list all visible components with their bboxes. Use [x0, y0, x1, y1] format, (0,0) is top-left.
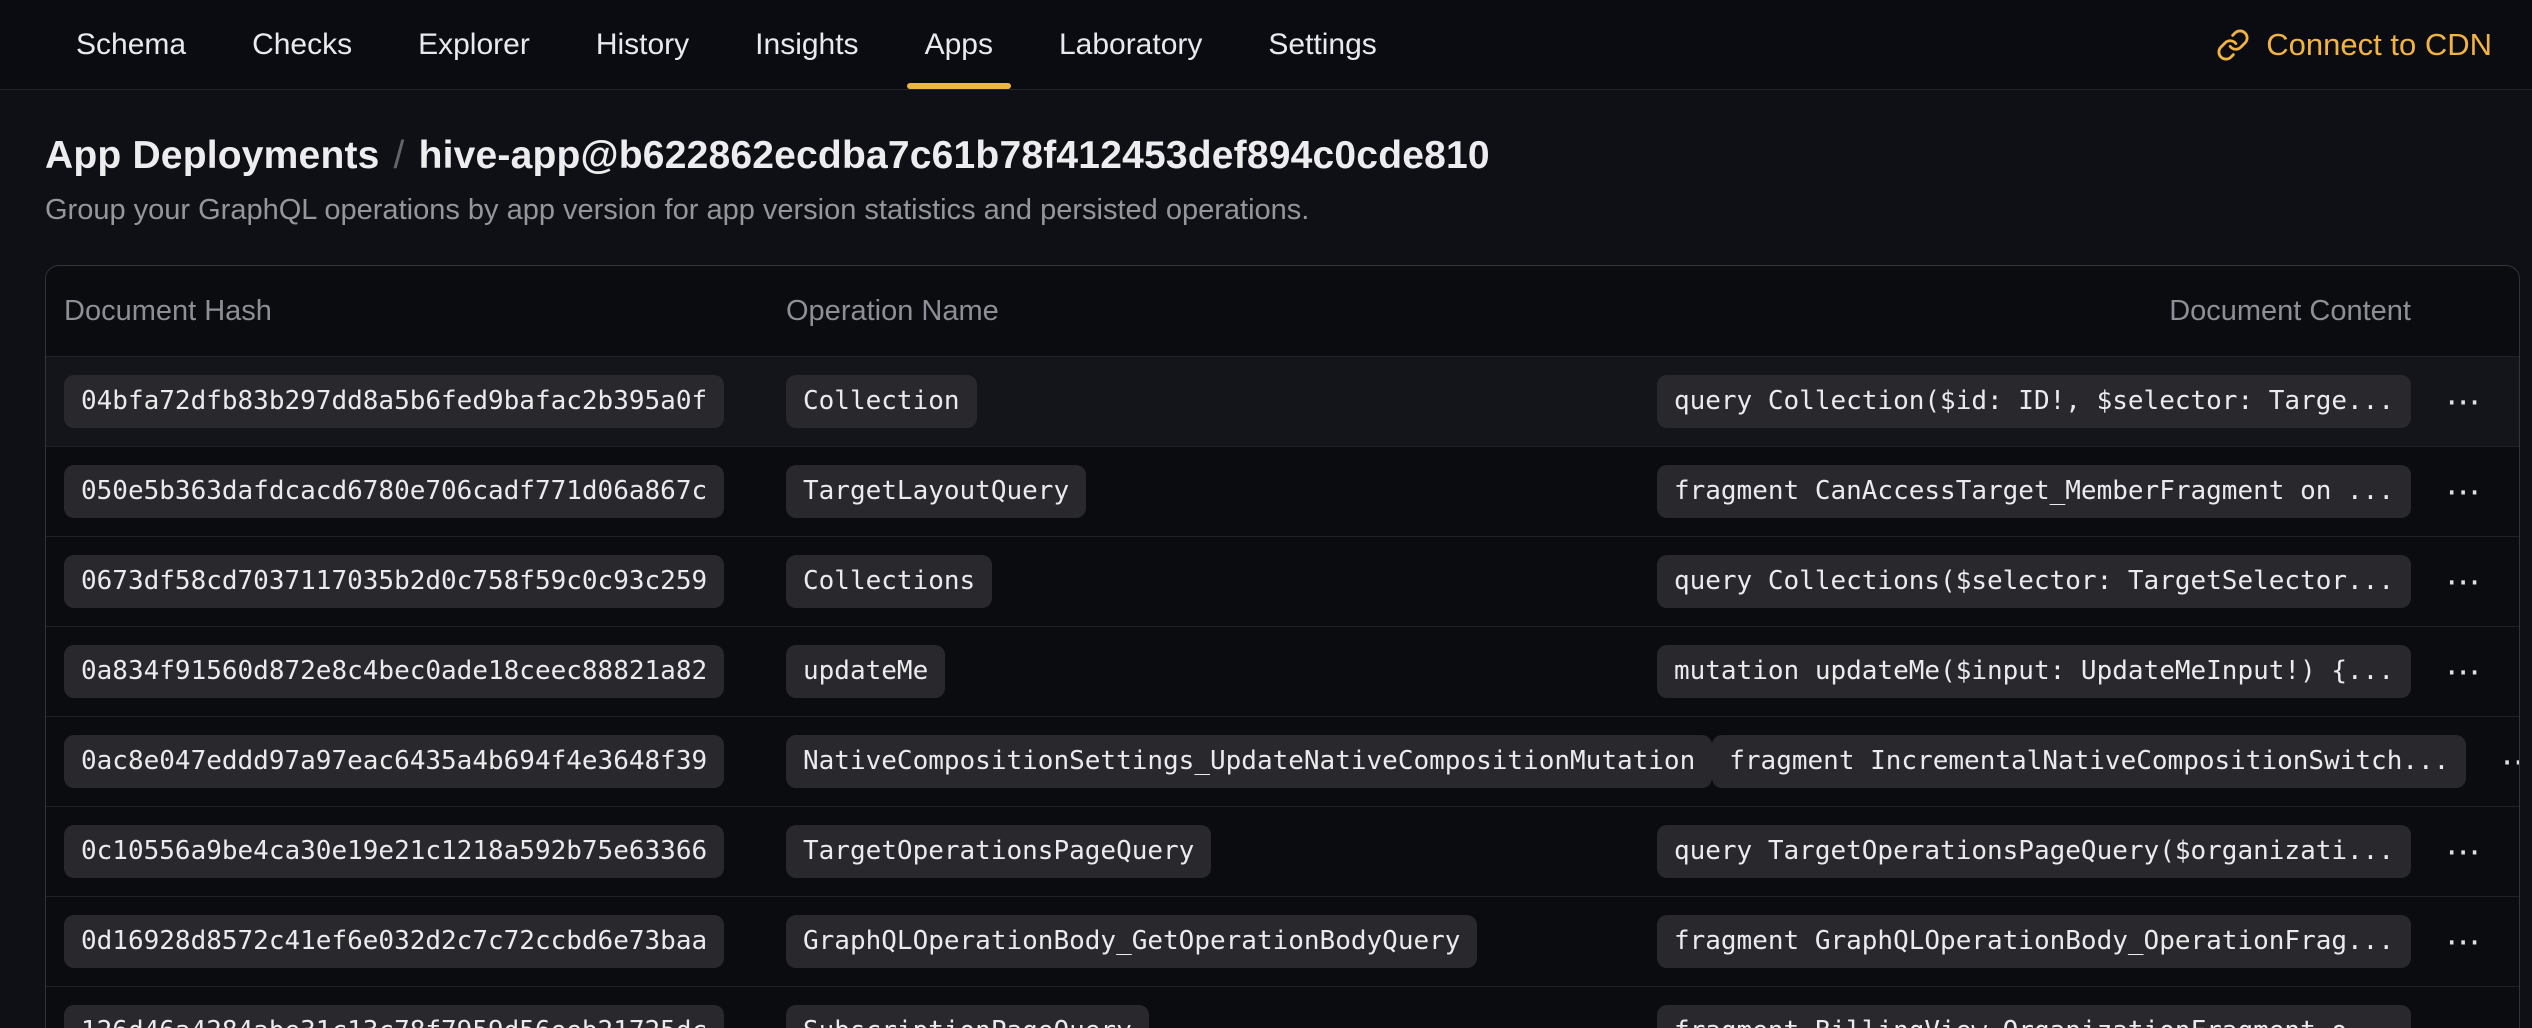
column-header-document-content: Document Content — [2169, 295, 2411, 328]
document-content-cell: fragment BillingView_OrganizationFragmen… — [1657, 1002, 2495, 1028]
table-body: 04bfa72dfb83b297dd8a5b6fed9bafac2b395a0f… — [46, 356, 2519, 1028]
page-subtitle: Group your GraphQL operations by app ver… — [45, 194, 2487, 227]
document-hash-badge: 0c10556a9be4ca30e19e21c1218a592b75e63366 — [64, 825, 724, 878]
table-row[interactable]: 050e5b363dafdcacd6780e706cadf771d06a867c… — [46, 446, 2519, 536]
connect-to-cdn-label: Connect to CDN — [2266, 27, 2492, 63]
row-menu-button[interactable]: ⋯ — [2435, 372, 2495, 432]
operation-name-badge: Collection — [786, 375, 977, 428]
nav-tab-apps[interactable]: Apps — [925, 0, 993, 89]
document-content-cell: fragment CanAccessTarget_MemberFragment … — [1657, 462, 2495, 522]
breadcrumb-separator: / — [394, 134, 405, 177]
operation-name-badge: GraphQLOperationBody_GetOperationBodyQue… — [786, 915, 1477, 968]
operation-name-badge: TargetOperationsPageQuery — [786, 825, 1211, 878]
document-hash-cell: 0673df58cd7037117035b2d0c758f59c0c93c259 — [64, 555, 786, 608]
nav-tab-checks[interactable]: Checks — [252, 0, 352, 89]
nav-tab-insights[interactable]: Insights — [755, 0, 858, 89]
row-menu-button[interactable]: ⋯ — [2435, 822, 2495, 882]
document-hash-cell: 0a834f91560d872e8c4bec0ade18ceec88821a82 — [64, 645, 786, 698]
document-content-badge: mutation updateMe($input: UpdateMeInput!… — [1657, 645, 2411, 698]
table-header-row: Document Hash Operation Name Document Co… — [46, 266, 2519, 356]
operation-name-cell: Collection — [786, 375, 1657, 428]
document-hash-cell: 0d16928d8572c41ef6e032d2c7c72ccbd6e73baa — [64, 915, 786, 968]
column-header-operation-name: Operation Name — [786, 295, 2169, 328]
document-hash-cell: 04bfa72dfb83b297dd8a5b6fed9bafac2b395a0f — [64, 375, 786, 428]
nav-tab-settings[interactable]: Settings — [1268, 0, 1376, 89]
operation-name-badge: TargetLayoutQuery — [786, 465, 1086, 518]
document-hash-cell: 0c10556a9be4ca30e19e21c1218a592b75e63366 — [64, 825, 786, 878]
top-navigation: Schema Checks Explorer History Insights … — [0, 0, 2532, 90]
table-row[interactable]: 0a834f91560d872e8c4bec0ade18ceec88821a82… — [46, 626, 2519, 716]
breadcrumb-current-app: hive-app@b622862ecdba7c61b78f412453def89… — [419, 134, 1490, 177]
document-content-badge: fragment CanAccessTarget_MemberFragment … — [1657, 465, 2411, 518]
app-deployments-table: Document Hash Operation Name Document Co… — [45, 265, 2520, 1028]
document-hash-badge: 0673df58cd7037117035b2d0c758f59c0c93c259 — [64, 555, 724, 608]
operation-name-badge: SubscriptionPageQuery — [786, 1005, 1149, 1028]
document-content-cell: query Collections($selector: TargetSelec… — [1657, 552, 2495, 612]
row-menu-button[interactable]: ⋯ — [2435, 912, 2495, 972]
nav-tab-explorer[interactable]: Explorer — [418, 0, 530, 89]
nav-tabs: Schema Checks Explorer History Insights … — [76, 0, 1443, 89]
nav-tab-history[interactable]: History — [596, 0, 689, 89]
document-hash-badge: 0ac8e047eddd97a97eac6435a4b694f4e3648f39 — [64, 735, 724, 788]
document-content-cell: mutation updateMe($input: UpdateMeInput!… — [1657, 642, 2495, 702]
operation-name-cell: TargetOperationsPageQuery — [786, 825, 1657, 878]
document-content-badge: fragment IncrementalNativeCompositionSwi… — [1712, 735, 2466, 788]
table-row[interactable]: 0ac8e047eddd97a97eac6435a4b694f4e3648f39… — [46, 716, 2519, 806]
operation-name-cell: TargetLayoutQuery — [786, 465, 1657, 518]
nav-tab-laboratory[interactable]: Laboratory — [1059, 0, 1202, 89]
document-content-badge: query Collections($selector: TargetSelec… — [1657, 555, 2411, 608]
operation-name-cell: GraphQLOperationBody_GetOperationBodyQue… — [786, 915, 1657, 968]
document-hash-badge: 0d16928d8572c41ef6e032d2c7c72ccbd6e73baa — [64, 915, 724, 968]
nav-tab-schema[interactable]: Schema — [76, 0, 186, 89]
column-header-document-hash: Document Hash — [64, 295, 786, 328]
document-content-badge: query TargetOperationsPageQuery($organiz… — [1657, 825, 2411, 878]
document-content-badge: fragment BillingView_OrganizationFragmen… — [1657, 1005, 2411, 1028]
table-row[interactable]: 0673df58cd7037117035b2d0c758f59c0c93c259… — [46, 536, 2519, 626]
document-hash-cell: 0ac8e047eddd97a97eac6435a4b694f4e3648f39 — [64, 735, 786, 788]
row-menu-button[interactable]: ⋯ — [2435, 642, 2495, 702]
nav-spacer — [1443, 0, 2216, 89]
operation-name-cell: updateMe — [786, 645, 1657, 698]
document-hash-badge: 126d46a4284abe31c13c78f7959d56eeb21725dc — [64, 1005, 724, 1028]
document-hash-cell: 126d46a4284abe31c13c78f7959d56eeb21725dc — [64, 1005, 786, 1028]
document-content-cell: fragment IncrementalNativeCompositionSwi… — [1712, 732, 2520, 792]
table-row[interactable]: 126d46a4284abe31c13c78f7959d56eeb21725dc… — [46, 986, 2519, 1028]
page-header: App Deployments / hive-app@b622862ecdba7c6… — [0, 90, 2532, 227]
row-menu-button[interactable]: ⋯ — [2435, 462, 2495, 522]
document-hash-badge: 050e5b363dafdcacd6780e706cadf771d06a867c — [64, 465, 724, 518]
row-menu-button[interactable]: ⋯ — [2435, 1002, 2495, 1028]
connect-to-cdn-button[interactable]: Connect to CDN — [2216, 0, 2492, 89]
document-content-badge: query Collection($id: ID!, $selector: Ta… — [1657, 375, 2411, 428]
document-content-cell: fragment GraphQLOperationBody_OperationF… — [1657, 912, 2495, 972]
link-icon — [2216, 28, 2250, 62]
document-content-cell: query Collection($id: ID!, $selector: Ta… — [1657, 372, 2495, 432]
operation-name-badge: NativeCompositionSettings_UpdateNativeCo… — [786, 735, 1712, 788]
document-hash-badge: 0a834f91560d872e8c4bec0ade18ceec88821a82 — [64, 645, 724, 698]
table-row[interactable]: 0d16928d8572c41ef6e032d2c7c72ccbd6e73baa… — [46, 896, 2519, 986]
document-content-cell: query TargetOperationsPageQuery($organiz… — [1657, 822, 2495, 882]
operation-name-badge: updateMe — [786, 645, 945, 698]
table-row[interactable]: 0c10556a9be4ca30e19e21c1218a592b75e63366… — [46, 806, 2519, 896]
breadcrumb-root: App Deployments — [45, 134, 380, 177]
operation-name-cell: NativeCompositionSettings_UpdateNativeCo… — [786, 735, 1712, 788]
operation-name-cell: Collections — [786, 555, 1657, 608]
breadcrumb: App Deployments / hive-app@b622862ecdba7c6… — [45, 134, 2487, 178]
document-hash-cell: 050e5b363dafdcacd6780e706cadf771d06a867c — [64, 465, 786, 518]
operation-name-badge: Collections — [786, 555, 992, 608]
operation-name-cell: SubscriptionPageQuery — [786, 1005, 1657, 1028]
table-row[interactable]: 04bfa72dfb83b297dd8a5b6fed9bafac2b395a0f… — [46, 356, 2519, 446]
document-content-badge: fragment GraphQLOperationBody_OperationF… — [1657, 915, 2411, 968]
row-menu-button[interactable]: ⋯ — [2490, 732, 2520, 792]
document-hash-badge: 04bfa72dfb83b297dd8a5b6fed9bafac2b395a0f — [64, 375, 724, 428]
row-menu-button[interactable]: ⋯ — [2435, 552, 2495, 612]
